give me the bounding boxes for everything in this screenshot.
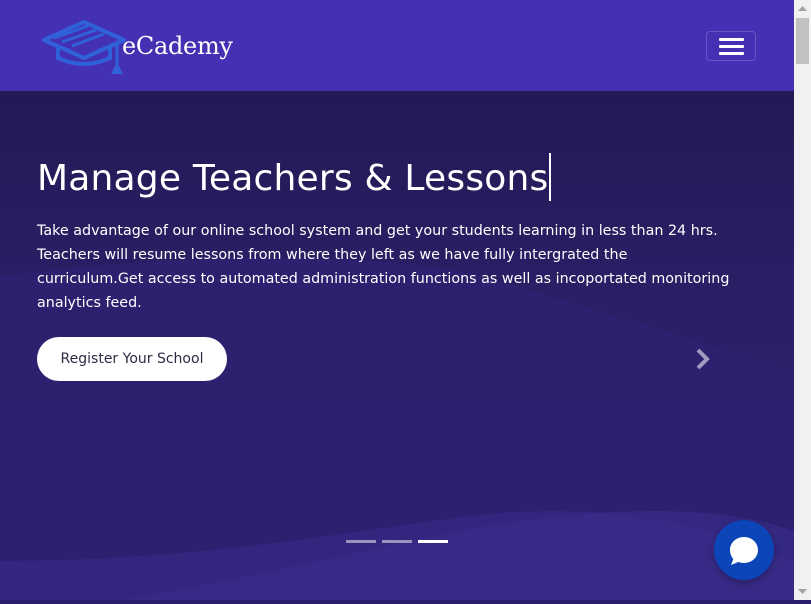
navbar: eCademy <box>0 0 794 91</box>
page: eCademy Manage Teachers & Lessons Take a… <box>0 0 794 600</box>
arrow-up-icon <box>798 6 807 11</box>
logo-link[interactable]: eCademy <box>42 16 242 82</box>
hamburger-menu-icon <box>719 52 744 55</box>
typing-cursor <box>549 153 552 201</box>
hamburger-menu-icon <box>719 45 744 48</box>
hero-title-text: Manage Teachers & Lessons <box>37 158 549 199</box>
chat-bubble-icon <box>730 537 758 565</box>
scroll-up-button[interactable] <box>794 0 811 17</box>
scrollbar-thumb[interactable] <box>796 18 809 64</box>
page-scrollbar[interactable] <box>794 0 811 600</box>
hero-description: Take advantage of our online school syst… <box>37 223 730 311</box>
carousel-indicator-3[interactable] <box>418 540 448 543</box>
arrow-down-icon <box>798 589 807 594</box>
chevron-right-icon <box>696 348 710 370</box>
carousel-indicator-2[interactable] <box>382 540 412 543</box>
menu-toggle-button[interactable] <box>706 31 756 61</box>
hero-carousel: Manage Teachers & Lessons Take advantage… <box>0 91 794 600</box>
graduation-cap-icon <box>42 20 126 74</box>
register-school-button[interactable]: Register Your School <box>37 337 227 381</box>
carousel-next-button[interactable] <box>691 347 715 371</box>
hamburger-menu-icon <box>719 38 744 41</box>
hero-title: Manage Teachers & Lessons <box>37 153 552 201</box>
live-chat-button[interactable] <box>714 520 774 580</box>
logo-text: eCademy <box>122 32 233 60</box>
carousel-indicator-1[interactable] <box>346 540 376 543</box>
scroll-down-button[interactable] <box>794 583 811 600</box>
carousel-indicators <box>346 540 448 544</box>
